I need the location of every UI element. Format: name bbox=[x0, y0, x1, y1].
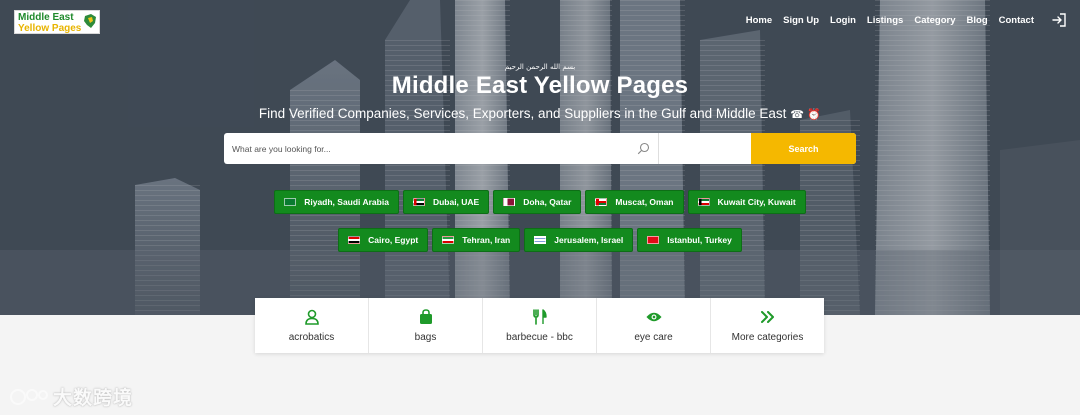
nav-category[interactable]: Category bbox=[914, 15, 955, 26]
city-chip-kuwait-city[interactable]: Kuwait City, Kuwait bbox=[687, 190, 806, 214]
category-more[interactable]: More categories bbox=[711, 298, 824, 353]
search-bar: Search bbox=[224, 133, 856, 164]
category-acrobatics[interactable]: acrobatics bbox=[255, 298, 369, 353]
watermark-text: 大数跨境 bbox=[53, 387, 134, 409]
city-chips-row-1: Riyadh, Saudi Arabia Dubai, UAE Doha, Qa… bbox=[0, 190, 1080, 214]
nav-listings[interactable]: Listings bbox=[867, 15, 903, 26]
city-chip-label: Istanbul, Turkey bbox=[667, 235, 732, 245]
city-chip-label: Jerusalem, Israel bbox=[554, 235, 624, 245]
nav-contact[interactable]: Contact bbox=[999, 15, 1034, 26]
category-label: barbecue - bbc bbox=[506, 331, 573, 343]
watermark-logo-icon bbox=[10, 388, 48, 405]
nav-home[interactable]: Home bbox=[746, 15, 772, 26]
map-icon bbox=[84, 14, 96, 28]
arabic-bismillah: بسم الله الرحمن الرحيم bbox=[504, 63, 576, 71]
category-barbecue[interactable]: barbecue - bbc bbox=[483, 298, 597, 353]
subtitle-emoji: ☎ ⏰ bbox=[790, 108, 822, 121]
kuwait-flag-icon bbox=[697, 198, 710, 206]
main-nav: Home Sign Up Login Listings Category Blo… bbox=[746, 15, 1034, 26]
page-subtitle: Find Verified Companies, Services, Expor… bbox=[0, 106, 1080, 121]
category-eye-care[interactable]: eye care bbox=[597, 298, 711, 353]
watermark: 大数跨境 bbox=[8, 383, 133, 410]
city-chip-cairo[interactable]: Cairo, Egypt bbox=[338, 228, 429, 252]
city-chips-row-2: Cairo, Egypt Tehran, Iran Jerusalem, Isr… bbox=[0, 228, 1080, 252]
category-bar: acrobatics bags barbecue - bbc eye care … bbox=[255, 298, 824, 353]
user-icon bbox=[304, 309, 319, 325]
oman-flag-icon bbox=[595, 198, 608, 206]
logo-line-2: Yellow Pages bbox=[18, 23, 82, 34]
city-chip-label: Riyadh, Saudi Arabia bbox=[304, 197, 389, 207]
city-chip-tehran[interactable]: Tehran, Iran bbox=[432, 228, 521, 252]
city-chip-riyadh[interactable]: Riyadh, Saudi Arabia bbox=[274, 190, 399, 214]
uae-flag-icon bbox=[412, 198, 425, 206]
category-label: bags bbox=[414, 331, 437, 343]
nav-sign-up[interactable]: Sign Up bbox=[783, 15, 819, 26]
city-chip-label: Tehran, Iran bbox=[462, 235, 511, 245]
turkey-flag-icon bbox=[647, 236, 660, 244]
page-title: Middle East Yellow Pages bbox=[391, 72, 689, 99]
category-label: acrobatics bbox=[288, 331, 335, 343]
city-chip-dubai[interactable]: Dubai, UAE bbox=[402, 190, 490, 214]
site-logo[interactable]: Middle East Yellow Pages bbox=[14, 10, 100, 34]
search-icon[interactable] bbox=[637, 142, 650, 155]
logo-line-1: Middle East bbox=[18, 12, 74, 23]
shopping-bag-icon bbox=[419, 308, 432, 324]
nav-blog[interactable]: Blog bbox=[967, 15, 988, 26]
utensils-icon bbox=[532, 308, 547, 325]
saudi-arabia-flag-icon bbox=[284, 198, 297, 206]
city-chip-label: Muscat, Oman bbox=[615, 197, 674, 207]
city-chip-muscat[interactable]: Muscat, Oman bbox=[585, 190, 684, 214]
city-chip-doha[interactable]: Doha, Qatar bbox=[493, 190, 582, 214]
double-chevron-right-icon bbox=[760, 310, 774, 323]
sign-in-icon[interactable] bbox=[1051, 12, 1067, 28]
category-label: More categories bbox=[731, 331, 804, 343]
subtitle-text: Find Verified Companies, Services, Expor… bbox=[258, 106, 787, 121]
city-chip-label: Kuwait City, Kuwait bbox=[717, 197, 796, 207]
city-chip-label: Doha, Qatar bbox=[523, 197, 572, 207]
search-input[interactable] bbox=[224, 133, 434, 164]
qatar-flag-icon bbox=[503, 198, 516, 206]
city-chip-label: Dubai, UAE bbox=[432, 197, 480, 207]
iran-flag-icon bbox=[442, 236, 455, 244]
nav-login[interactable]: Login bbox=[830, 15, 856, 26]
eye-icon bbox=[645, 312, 662, 321]
search-divider bbox=[658, 133, 659, 164]
egypt-flag-icon bbox=[348, 236, 361, 244]
category-label: eye care bbox=[634, 331, 673, 343]
city-chip-istanbul[interactable]: Istanbul, Turkey bbox=[637, 228, 742, 252]
israel-flag-icon bbox=[534, 236, 547, 244]
search-button[interactable]: Search bbox=[751, 133, 856, 164]
city-chip-label: Cairo, Egypt bbox=[368, 235, 419, 245]
category-bags[interactable]: bags bbox=[369, 298, 483, 353]
city-chip-jerusalem[interactable]: Jerusalem, Israel bbox=[524, 228, 634, 252]
